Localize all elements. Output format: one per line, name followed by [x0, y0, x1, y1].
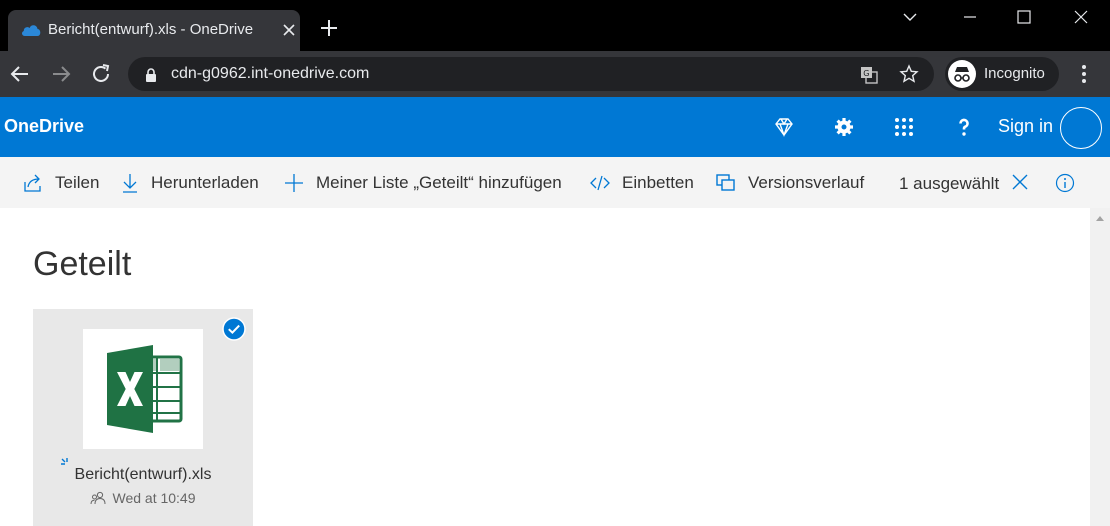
close-icon [1074, 10, 1088, 24]
minimize-button[interactable] [947, 6, 993, 28]
incognito-badge[interactable]: Incognito [945, 57, 1059, 91]
incognito-label: Incognito [984, 65, 1045, 82]
page-title: Geteilt [33, 245, 132, 283]
help-icon[interactable] [952, 115, 976, 139]
close-icon[interactable] [1011, 173, 1029, 191]
embed-button[interactable]: Einbetten [590, 157, 694, 208]
reload-icon[interactable] [89, 62, 113, 86]
maximize-icon [1017, 10, 1031, 24]
minimize-icon [964, 16, 976, 18]
scrollbar[interactable] [1090, 208, 1110, 526]
shared-people-icon [90, 491, 106, 505]
onedrive-logo-text[interactable]: OneDrive [4, 116, 84, 137]
app-launcher-icon[interactable] [892, 115, 916, 139]
tab-search-button[interactable] [887, 6, 933, 28]
address-bar[interactable]: cdn-g0962.int-onedrive.com G [128, 57, 934, 91]
close-icon[interactable] [280, 21, 298, 39]
share-button[interactable]: Teilen [23, 157, 99, 208]
star-icon[interactable] [899, 64, 919, 84]
command-bar: Teilen Herunterladen Meiner Liste „Getei… [0, 157, 1110, 208]
browser-tabbar: Bericht(entwurf).xls - OneDrive [0, 0, 1110, 51]
back-arrow-icon[interactable] [8, 62, 32, 86]
file-tile[interactable]: Bericht(entwurf).xls Wed at 10:49 [33, 309, 253, 526]
chevron-down-icon [903, 13, 917, 21]
download-icon [123, 173, 137, 193]
forward-arrow-icon[interactable] [49, 62, 73, 86]
more-menu-icon[interactable] [1074, 63, 1094, 85]
maximize-button[interactable] [1001, 6, 1047, 28]
share-label: Teilen [55, 172, 100, 192]
add-to-shared-list-button[interactable]: Meiner Liste „Geteilt“ hinzufügen [284, 157, 562, 208]
new-tab-icon[interactable] [318, 17, 340, 39]
tab-title: Bericht(entwurf).xls - OneDrive [48, 21, 254, 38]
file-meta: Wed at 10:49 [33, 490, 253, 506]
download-button[interactable]: Herunterladen [121, 157, 259, 208]
incognito-icon [948, 60, 976, 88]
share-icon [24, 174, 41, 192]
file-thumbnail[interactable] [83, 329, 203, 449]
diamond-premium-icon[interactable] [772, 115, 796, 139]
scroll-up-arrow-icon[interactable] [1095, 213, 1105, 223]
file-name[interactable]: Bericht(entwurf).xls [33, 466, 253, 484]
gear-icon[interactable] [832, 115, 856, 139]
info-icon[interactable] [1055, 173, 1075, 193]
version-history-icon [716, 173, 735, 191]
browser-tab[interactable]: Bericht(entwurf).xls - OneDrive [8, 10, 300, 51]
selected-checkmark-icon[interactable] [222, 317, 246, 341]
onedrive-cloud-icon [21, 25, 41, 36]
url-text: cdn-g0962.int-onedrive.com [171, 65, 370, 82]
file-modified: Wed at 10:49 [112, 490, 196, 506]
add-to-shared-list-label: Meiner Liste „Geteilt“ hinzufügen [316, 172, 562, 192]
excel-icon [107, 345, 183, 433]
selection-count: 1 ausgewählt [899, 174, 1000, 193]
plus-icon [285, 173, 303, 192]
main-content: Geteilt Bericht(entwurf).xls Wed at 10:4… [0, 208, 1090, 526]
browser-toolbar: cdn-g0962.int-onedrive.com G Incognito [0, 51, 1110, 97]
embed-label: Einbetten [622, 172, 694, 192]
onedrive-header: OneDrive Sign in [0, 97, 1110, 157]
version-history-button[interactable]: Versionsverlauf [716, 157, 864, 208]
close-window-button[interactable] [1058, 6, 1104, 28]
download-label: Herunterladen [151, 172, 259, 192]
translate-icon[interactable]: G [859, 65, 879, 85]
svg-text:G: G [863, 69, 869, 78]
code-embed-icon [590, 175, 610, 190]
avatar[interactable] [1060, 107, 1102, 149]
sign-in-link[interactable]: Sign in [998, 116, 1053, 137]
lock-icon[interactable] [144, 67, 158, 83]
version-history-label: Versionsverlauf [748, 172, 865, 192]
